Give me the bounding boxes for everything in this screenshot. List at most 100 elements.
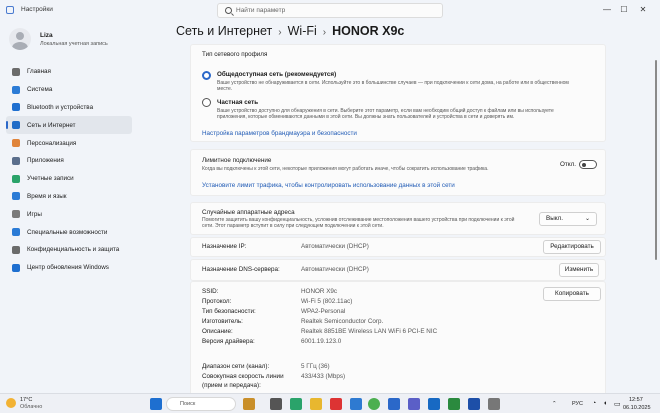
- accessibility-icon: [12, 228, 20, 237]
- sidebar-item-wifi[interactable]: Сеть и Интернет: [6, 116, 132, 135]
- sidebar-item-label: Учетные записи: [27, 175, 74, 183]
- metered-desc: Когда вы подключены к этой сети, некотор…: [202, 166, 489, 172]
- account-icon: [12, 174, 20, 183]
- dns-label: Назначение DNS-сервера:: [202, 266, 280, 273]
- metered-toggle[interactable]: [579, 160, 597, 169]
- user-profile[interactable]: Liza Локальная учетная запись: [9, 28, 139, 54]
- sidebar-item-label: Специальные возможности: [27, 228, 108, 236]
- random-hw-value: Выкл.: [546, 215, 563, 222]
- sidebar-item-brush[interactable]: Персонализация: [6, 134, 132, 152]
- file-explorer-icon[interactable]: [310, 398, 322, 410]
- sidebar-item-bluetooth[interactable]: Bluetooth и устройства: [6, 99, 132, 117]
- settings-app-icon: [6, 6, 14, 14]
- word-icon[interactable]: [468, 398, 480, 410]
- sidebar-item-system[interactable]: Система: [6, 81, 132, 99]
- random-hw-card: Случайные аппаратные адреса Помогите защ…: [190, 202, 606, 235]
- edge-icon[interactable]: [350, 398, 362, 410]
- dns-value: Автоматически (DHCP): [301, 266, 369, 273]
- sidebar-item-label: Конфиденциальность и защита: [27, 246, 120, 254]
- random-hw-dropdown[interactable]: Выкл. ⌄: [539, 212, 597, 226]
- property-value: 433/433 (Mbps): [301, 373, 346, 380]
- clock-icon: [12, 192, 20, 201]
- apps-icon: [12, 156, 20, 165]
- window-title: Настройки: [21, 6, 53, 13]
- main-content: Тип сетевого профиля Общедоступная сеть …: [190, 44, 610, 393]
- chevron-down-icon: ⌄: [584, 216, 590, 222]
- property-value: Realtek Semiconductor Corp.: [301, 318, 384, 325]
- close-icon[interactable]: ✕: [636, 3, 650, 17]
- network-properties-card: SSID: HONOR X9c Протокол: Wi-Fi 5 (802.11ac…: [190, 281, 606, 393]
- sidebar-item-shield[interactable]: Конфиденциальность и защита: [6, 241, 132, 259]
- chrome-icon[interactable]: [368, 398, 380, 410]
- property-label: (прием и передача):: [202, 382, 261, 389]
- property-label: SSID:: [202, 288, 219, 295]
- taskbar-search-label: Поиск: [180, 401, 196, 407]
- search-input[interactable]: Найти параметр: [217, 3, 443, 18]
- settings-gear-icon[interactable]: [488, 398, 500, 410]
- sidebar-item-accessibility[interactable]: Специальные возможности: [6, 223, 132, 241]
- copy-button[interactable]: Копировать: [543, 287, 601, 301]
- app-icon[interactable]: [290, 398, 302, 410]
- wifi-tray-icon[interactable]: ◔: [592, 400, 596, 407]
- random-hw-title: Случайные аппаратные адреса: [202, 209, 295, 216]
- edit-dns-button[interactable]: Изменить: [559, 263, 599, 277]
- firewall-settings-link[interactable]: Настройка параметров брандмауэра и безоп…: [202, 130, 357, 137]
- property-value: WPA2-Personal: [301, 308, 346, 315]
- windows-start-icon[interactable]: [150, 398, 162, 410]
- dns-assignment-card: Назначение DNS-сервера: Автоматически (D…: [190, 259, 606, 281]
- app-icon[interactable]: [388, 398, 400, 410]
- data-limit-link[interactable]: Установите лимит трафика, чтобы контроли…: [202, 182, 455, 189]
- property-label: Совокупная скорость линии: [202, 373, 284, 380]
- avatar: [9, 28, 31, 50]
- language-indicator[interactable]: РУС: [572, 401, 583, 407]
- private-network-radio[interactable]: [202, 98, 211, 107]
- property-label: Тип безопасности:: [202, 308, 256, 315]
- profile-heading: Тип сетевого профиля: [202, 51, 268, 58]
- sidebar-item-home[interactable]: Главная: [6, 63, 132, 81]
- random-hw-desc: Помогите защитить вашу конфиденциальност…: [202, 217, 515, 229]
- clock-time[interactable]: 12:57: [629, 397, 643, 403]
- settings-window: Настройки — ☐ ✕ Найти параметр Liza Лока…: [0, 0, 660, 393]
- sidebar-item-label: Система: [27, 86, 53, 94]
- public-network-radio[interactable]: [202, 71, 211, 80]
- sidebar-item-update[interactable]: Центр обновления Windows: [6, 259, 132, 277]
- sidebar-item-clock[interactable]: Время и язык: [6, 188, 132, 206]
- property-label: Изготовитель:: [202, 318, 243, 325]
- outlook-icon[interactable]: [428, 398, 440, 410]
- sidebar-item-account[interactable]: Учетные записи: [6, 170, 132, 188]
- weather-icon[interactable]: [6, 398, 16, 408]
- clock-date[interactable]: 06.10.2025: [623, 405, 651, 411]
- volume-icon[interactable]: ◖: [603, 400, 607, 407]
- property-value: Wi-Fi 5 (802.11ac): [301, 298, 353, 305]
- weather-temp: 17°C: [20, 397, 33, 403]
- sidebar-item-gamepad[interactable]: Игры: [6, 205, 132, 223]
- sidebar-item-label: Персонализация: [27, 139, 77, 147]
- edit-ip-button[interactable]: Редактировать: [543, 240, 601, 254]
- search-placeholder: Найти параметр: [236, 7, 286, 14]
- sidebar-item-label: Главная: [27, 68, 51, 76]
- sidebar-item-apps[interactable]: Приложения: [6, 152, 132, 170]
- task-view-icon[interactable]: [270, 398, 282, 410]
- game-app-icon[interactable]: [243, 398, 255, 410]
- property-label: Описание:: [202, 328, 233, 335]
- breadcrumb-network[interactable]: Сеть и Интернет: [176, 24, 272, 38]
- minimize-icon[interactable]: —: [600, 3, 614, 17]
- battery-icon[interactable]: ▭: [614, 400, 621, 408]
- app-icon[interactable]: [330, 398, 342, 410]
- private-network-title: Частная сеть: [217, 99, 259, 106]
- ip-value: Автоматически (DHCP): [301, 243, 369, 250]
- sidebar-item-label: Сеть и Интернет: [27, 121, 76, 129]
- tray-chevron-icon[interactable]: ⌃: [552, 401, 557, 407]
- breadcrumb-wifi[interactable]: Wi-Fi: [288, 24, 317, 38]
- sidebar-item-label: Центр обновления Windows: [27, 264, 109, 272]
- user-account-type: Локальная учетная запись: [40, 41, 108, 47]
- app-icon[interactable]: [448, 398, 460, 410]
- maximize-icon[interactable]: ☐: [617, 3, 631, 17]
- bluetooth-icon: [12, 103, 20, 112]
- taskbar: 17°C Облачно Поиск ⌃ РУС ◔ ◖ ▭ 12:57 06.…: [0, 393, 660, 413]
- teams-icon[interactable]: [408, 398, 420, 410]
- taskbar-search-box[interactable]: Поиск: [166, 397, 236, 411]
- scrollbar[interactable]: [655, 60, 657, 260]
- property-label: Диапазон сети (канал):: [202, 363, 270, 370]
- user-name: Liza: [40, 32, 53, 39]
